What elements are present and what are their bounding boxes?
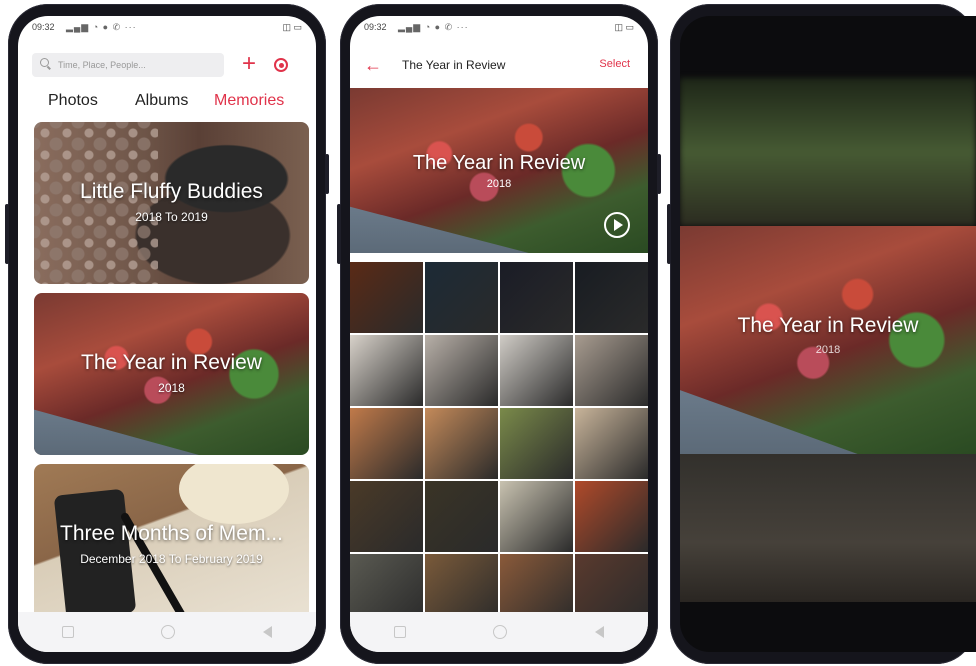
status-bar: 09:32 ▂▄▆ ◔ ● ✆ ··· ◫ ▭ — [350, 16, 648, 38]
recents-icon[interactable] — [61, 626, 74, 638]
status-time: 09:32 — [364, 22, 387, 32]
system-nav-bar — [18, 612, 316, 652]
photo-grid — [350, 262, 648, 625]
photo-thumbnail[interactable] — [500, 481, 573, 552]
tab-bar: Photos Albums Memories — [18, 92, 316, 118]
home-icon[interactable] — [161, 625, 176, 639]
search-placeholder: Time, Place, People... — [58, 60, 146, 70]
photo-thumbnail[interactable] — [575, 408, 648, 479]
battery-icon: ◫ ▭ — [614, 22, 634, 32]
memory-subtitle: December 2018 To February 2019 — [80, 552, 263, 566]
side-button — [325, 154, 329, 194]
memory-hero[interactable]: The Year in Review 2018 — [350, 88, 648, 253]
card-image — [34, 409, 199, 455]
memory-title: Three Months of Mem... — [60, 522, 283, 545]
photo-thumbnail[interactable] — [350, 481, 423, 552]
blurred-photo — [680, 78, 976, 226]
side-button — [5, 204, 9, 264]
back-icon[interactable] — [595, 626, 605, 638]
photo-thumbnail[interactable] — [500, 335, 573, 406]
battery-icon: ◫ ▭ — [282, 22, 302, 32]
photo-thumbnail[interactable] — [575, 481, 648, 552]
hero-title: The Year in Review — [412, 152, 586, 174]
slide-image — [680, 390, 858, 454]
hero-subtitle: 2018 — [486, 178, 512, 190]
page-title: The Year in Review — [402, 58, 506, 72]
system-nav-bar — [350, 612, 648, 652]
screen: The Year in Review 2018 — [680, 16, 976, 652]
side-button — [667, 204, 671, 264]
photo-thumbnail[interactable] — [350, 262, 423, 333]
tab-memories[interactable]: Memories — [214, 92, 284, 110]
photo-thumbnail[interactable] — [425, 335, 498, 406]
photo-thumbnail[interactable] — [425, 408, 498, 479]
memory-card[interactable]: Little Fluffy Buddies 2018 To 2019 — [34, 122, 309, 284]
add-icon[interactable]: + — [242, 52, 256, 76]
phone-slideshow: The Year in Review 2018 — [667, 4, 976, 664]
memory-card[interactable]: Three Months of Mem... December 2018 To … — [34, 464, 309, 614]
back-arrow-icon[interactable]: ← — [364, 56, 382, 74]
photo-thumbnail[interactable] — [350, 408, 423, 479]
memory-card[interactable]: The Year in Review 2018 — [34, 293, 309, 455]
photo-thumbnail[interactable] — [575, 262, 648, 333]
side-button — [337, 204, 341, 264]
phone-year-in-review: 09:32 ▂▄▆ ◔ ● ✆ ··· ◫ ▭ ← The Year in Re… — [337, 4, 661, 664]
signal-icon: ▂▄▆ ◔ ● ✆ ··· — [66, 22, 137, 32]
select-button[interactable]: Select — [599, 58, 630, 70]
side-button — [657, 154, 661, 194]
back-icon[interactable] — [263, 626, 273, 638]
status-time: 09:32 — [32, 22, 55, 32]
slideshow-frame[interactable]: The Year in Review 2018 — [680, 226, 976, 454]
search-icon — [40, 58, 49, 67]
tab-albums[interactable]: Albums — [135, 92, 188, 110]
screen: 09:32 ▂▄▆ ◔ ● ✆ ··· ◫ ▭ ← The Year in Re… — [350, 16, 648, 652]
photo-thumbnail[interactable] — [500, 408, 573, 479]
memory-subtitle: 2018 To 2019 — [135, 210, 208, 224]
photo-thumbnail[interactable] — [500, 262, 573, 333]
recents-icon[interactable] — [393, 626, 406, 638]
memory-title: Little Fluffy Buddies — [80, 180, 263, 203]
signal-icon: ▂▄▆ ◔ ● ✆ ··· — [398, 22, 469, 32]
card-image — [179, 464, 289, 524]
tab-photos[interactable]: Photos — [48, 92, 98, 110]
home-icon[interactable] — [493, 625, 508, 639]
header: ← The Year in Review Select — [350, 54, 648, 78]
photo-thumbnail[interactable] — [425, 481, 498, 552]
phone-memories: 09:32 ▂▄▆ ◔ ● ✆ ··· ◫ ▭ Time, Place, Peo… — [5, 4, 329, 664]
memories-ring-icon[interactable] — [274, 58, 288, 72]
slide-title: The Year in Review — [737, 314, 919, 337]
search-input[interactable]: Time, Place, People... — [32, 53, 224, 77]
play-icon[interactable] — [604, 212, 630, 238]
blurred-photo — [680, 454, 976, 602]
photo-thumbnail[interactable] — [425, 262, 498, 333]
photo-thumbnail[interactable] — [350, 335, 423, 406]
memory-subtitle: 2018 — [158, 381, 185, 395]
memory-title: The Year in Review — [81, 351, 262, 374]
status-bar: 09:32 ▂▄▆ ◔ ● ✆ ··· ◫ ▭ — [18, 16, 316, 38]
screen: 09:32 ▂▄▆ ◔ ● ✆ ··· ◫ ▭ Time, Place, Peo… — [18, 16, 316, 652]
slide-subtitle: 2018 — [815, 344, 841, 356]
photo-thumbnail[interactable] — [575, 335, 648, 406]
